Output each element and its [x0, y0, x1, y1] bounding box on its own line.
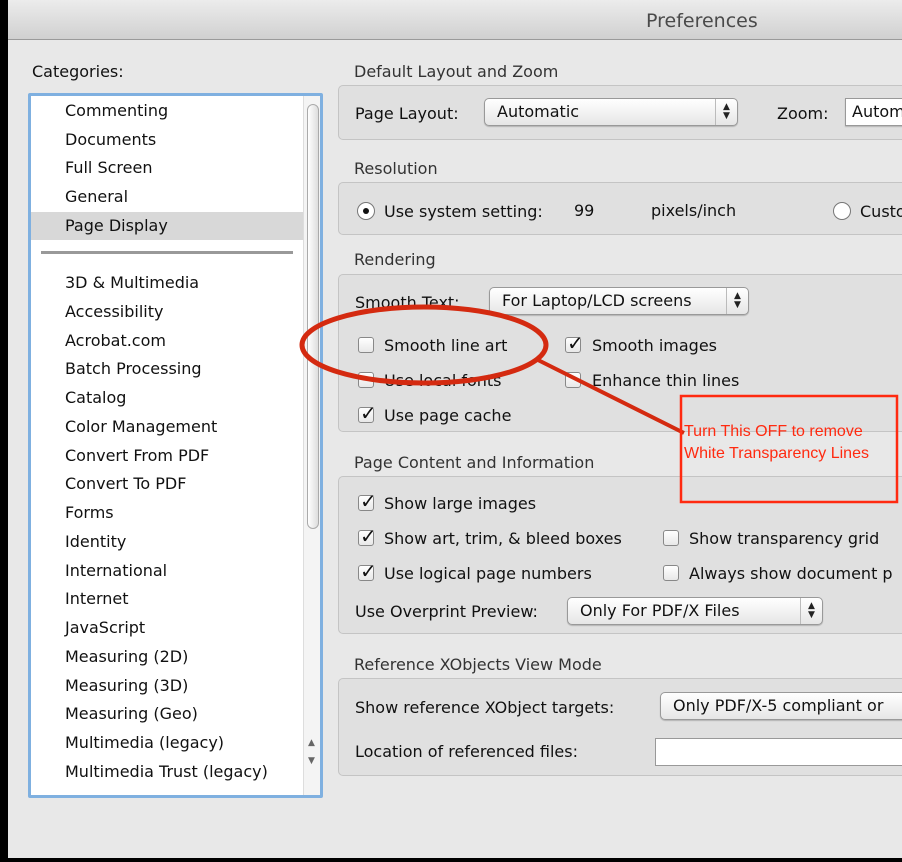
enhance-thin-lines-label: Enhance thin lines: [592, 371, 740, 390]
custom-resolution-label: Custo: [860, 202, 902, 221]
categories-list[interactable]: ▲ ▼ Commenting Documents Full Screen Genera…: [28, 93, 323, 798]
system-setting-label: Use system setting:: [384, 202, 543, 221]
category-item[interactable]: Color Management: [65, 413, 315, 441]
page-layout-label: Page Layout:: [355, 104, 459, 123]
radio-dot: [363, 208, 369, 214]
system-setting-radio[interactable]: [357, 202, 375, 220]
smooth-line-art-checkbox[interactable]: [358, 337, 374, 353]
section-default-layout: Default Layout and Zoom: [354, 62, 559, 81]
use-page-cache-checkbox[interactable]: ✓: [358, 401, 377, 425]
category-item[interactable]: General: [65, 183, 315, 211]
category-item[interactable]: Convert To PDF: [65, 470, 315, 498]
overprint-value: Only For PDF/X Files: [580, 601, 740, 620]
updown-arrows-icon: ▲ ▼: [715, 99, 737, 125]
xobject-targets-select[interactable]: Only PDF/X-5 compliant or: [660, 692, 902, 720]
category-item[interactable]: Multimedia Trust (legacy): [65, 758, 315, 786]
show-boxes-checkbox[interactable]: ✓: [358, 524, 377, 548]
title-bar[interactable]: Preferences: [8, 0, 902, 40]
zoom-field[interactable]: Autom: [845, 98, 902, 126]
show-boxes-label: Show art, trim, & bleed boxes: [384, 529, 622, 548]
resolution-value: 99: [574, 201, 595, 220]
category-item[interactable]: Measuring (2D): [65, 643, 315, 671]
logical-page-numbers-label: Use logical page numbers: [384, 564, 592, 583]
location-input[interactable]: [655, 738, 902, 766]
category-item[interactable]: Identity: [65, 528, 315, 556]
section-xobjects: Reference XObjects View Mode: [354, 655, 602, 674]
always-show-label: Always show document p: [689, 564, 893, 583]
category-item[interactable]: Batch Processing: [65, 355, 315, 383]
category-item[interactable]: Acrobat.com: [65, 327, 315, 355]
category-item[interactable]: JavaScript: [65, 614, 315, 642]
category-item[interactable]: Measuring (3D): [65, 672, 315, 700]
category-item[interactable]: Accessibility: [65, 298, 315, 326]
resolution-unit: pixels/inch: [651, 201, 737, 220]
overprint-label: Use Overprint Preview:: [355, 602, 538, 621]
category-item[interactable]: International: [65, 557, 315, 585]
category-item[interactable]: Measuring (Geo): [65, 700, 315, 728]
section-resolution: Resolution: [354, 159, 438, 178]
updown-arrows-icon: ▲ ▼: [800, 598, 822, 624]
smooth-images-label: Smooth images: [592, 336, 717, 355]
checkmark-icon: ✓: [360, 559, 377, 583]
list-separator: [41, 251, 293, 254]
window-title: Preferences: [646, 10, 758, 32]
show-transparency-grid-label: Show transparency grid: [689, 529, 880, 548]
checkmark-icon: ✓: [360, 489, 377, 513]
use-page-cache-label: Use page cache: [384, 406, 512, 425]
checkmark-icon: ✓: [360, 524, 377, 548]
category-item[interactable]: Page Display: [31, 211, 303, 240]
category-item[interactable]: Internet: [65, 585, 315, 613]
checkmark-icon: ✓: [360, 401, 377, 425]
custom-resolution-radio[interactable]: [833, 202, 851, 220]
section-rendering: Rendering: [354, 250, 436, 269]
annotation-text-line2: White Transparency Lines: [684, 445, 869, 462]
category-item[interactable]: Documents: [65, 126, 315, 154]
smooth-images-checkbox[interactable]: ✓: [565, 331, 584, 355]
smooth-text-label: Smooth Text:: [355, 293, 460, 312]
smooth-text-select[interactable]: For Laptop/LCD screens ▲ ▼: [489, 287, 749, 315]
updown-arrows-icon: ▲ ▼: [726, 288, 748, 314]
show-large-images-checkbox[interactable]: ✓: [358, 489, 377, 513]
category-item[interactable]: Commenting: [65, 97, 315, 125]
always-show-checkbox[interactable]: [663, 565, 679, 581]
use-local-fonts-checkbox[interactable]: [358, 372, 374, 388]
category-item[interactable]: Convert From PDF: [65, 442, 315, 470]
show-large-images-label: Show large images: [384, 494, 537, 513]
smooth-text-value: For Laptop/LCD screens: [502, 291, 692, 310]
page-layout-value: Automatic: [497, 102, 580, 121]
checkmark-icon: ✓: [567, 331, 584, 355]
enhance-thin-lines-checkbox[interactable]: [565, 372, 581, 388]
categories-label: Categories:: [32, 62, 124, 81]
category-item[interactable]: Full Screen: [65, 154, 315, 182]
category-item[interactable]: Catalog: [65, 384, 315, 412]
logical-page-numbers-checkbox[interactable]: ✓: [358, 559, 377, 583]
use-local-fonts-label: Use local fonts: [384, 371, 502, 390]
smooth-line-art-label: Smooth line art: [384, 336, 508, 355]
zoom-label: Zoom:: [777, 104, 829, 123]
category-item[interactable]: Forms: [65, 499, 315, 527]
page-layout-select[interactable]: Automatic ▲ ▼: [484, 98, 738, 126]
annotation-text-line1: Turn This OFF to remove: [684, 423, 863, 440]
xobject-targets-value: Only PDF/X-5 compliant or: [673, 696, 884, 715]
category-item[interactable]: 3D & Multimedia: [65, 269, 315, 297]
section-page-content: Page Content and Information: [354, 453, 595, 472]
overprint-select[interactable]: Only For PDF/X Files ▲ ▼: [567, 597, 823, 625]
xobject-targets-label: Show reference XObject targets:: [355, 698, 615, 717]
show-transparency-grid-checkbox[interactable]: [663, 530, 679, 546]
location-label: Location of referenced files:: [355, 742, 578, 761]
zoom-value: Autom: [852, 102, 902, 121]
category-item[interactable]: Multimedia (legacy): [65, 729, 315, 757]
